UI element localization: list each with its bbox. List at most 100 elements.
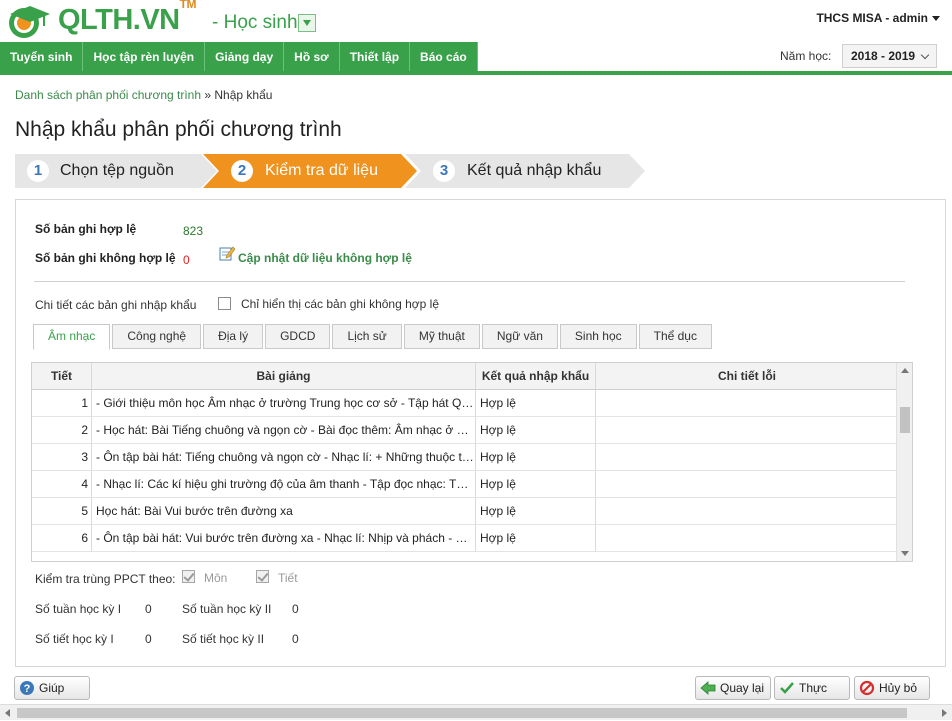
column-header-chi-tiet-loi[interactable]: Chi tiết lỗi xyxy=(596,363,898,389)
weeks-hk1-value: 0 xyxy=(145,602,152,616)
year-label: Năm học: xyxy=(780,49,832,63)
cancel-button[interactable]: Hủy bỏ xyxy=(854,676,930,700)
detail-label: Chi tiết các bản ghi nhập khẩu xyxy=(35,298,197,312)
cell-bai-giang: - Nhạc lí: Các kí hiệu ghi trường độ của… xyxy=(92,471,476,497)
tab-am-nhac[interactable]: Âm nhạc xyxy=(33,324,111,350)
vertical-scrollbar[interactable] xyxy=(896,363,912,561)
table-row[interactable]: 4- Nhạc lí: Các kí hiệu ghi trường độ củ… xyxy=(32,471,898,498)
scroll-right-icon[interactable] xyxy=(942,709,947,717)
wizard-steps: 1 Chọn tệp nguồn 2 Kiểm tra dữ liệu 3 Kế… xyxy=(15,154,945,188)
tab-gdcd[interactable]: GDCD xyxy=(265,324,331,349)
step-3: 3 Kết quả nhập khẩu xyxy=(405,154,645,188)
tab-sinh-hoc[interactable]: Sinh học xyxy=(559,324,637,349)
nav-underline xyxy=(0,71,952,75)
year-value: 2018 - 2019 xyxy=(851,49,916,63)
scroll-up-icon[interactable] xyxy=(901,368,909,373)
scroll-thumb-horizontal[interactable] xyxy=(17,708,907,718)
nav-item-ho-so[interactable]: Hồ sơ xyxy=(284,42,340,72)
table-row[interactable]: 2- Học hát: Bài Tiếng chuông và ngọn cờ … xyxy=(32,417,898,444)
dup-mon-checkbox xyxy=(182,570,195,583)
column-header-tiet[interactable]: Tiết xyxy=(32,363,92,389)
top-bar: QLTH.VNTM - Học sinh THCS MISA - admin xyxy=(0,0,952,42)
table-row[interactable]: 6- Ôn tập bài hát: Vui bước trên đường x… xyxy=(32,525,898,552)
weeks-hk2-label: Số tuần học kỳ II xyxy=(182,602,272,616)
column-header-ket-qua[interactable]: Kết quả nhập khẩu xyxy=(476,363,596,389)
back-button-label: Quay lại xyxy=(720,681,765,695)
scroll-thumb[interactable] xyxy=(900,407,910,433)
subject-tabs: Âm nhạc Công nghệ Địa lý GDCD Lịch sử Mỹ… xyxy=(33,324,714,350)
periods-hk1-value: 0 xyxy=(145,632,152,646)
breadcrumb: Danh sách phân phối chương trình » Nhập … xyxy=(15,88,272,102)
role-dropdown-button[interactable] xyxy=(298,14,316,32)
trademark: TM xyxy=(179,0,197,12)
cell-chi-tiet-loi xyxy=(596,498,898,524)
cell-bai-giang: - Ôn tập bài hát: Tiếng chuông và ngọn c… xyxy=(92,444,476,470)
breadcrumb-parent-link[interactable]: Danh sách phân phối chương trình xyxy=(15,88,201,102)
cell-bai-giang: - Học hát: Bài Tiếng chuông và ngọn cờ -… xyxy=(92,417,476,443)
role-label: - Học sinh xyxy=(212,12,298,33)
arrow-left-icon xyxy=(700,681,716,695)
user-menu[interactable]: THCS MISA - admin xyxy=(816,11,940,25)
cell-tiet: 4 xyxy=(32,471,92,497)
step-3-label: Kết quả nhập khẩu xyxy=(467,162,602,179)
user-name: THCS MISA - admin xyxy=(816,11,928,25)
tab-cong-nghe[interactable]: Công nghệ xyxy=(112,324,202,349)
breadcrumb-separator: » xyxy=(201,88,215,102)
invalid-count-label: Số bản ghi không hợp lệ xyxy=(35,251,176,265)
dup-tiet-checkbox xyxy=(256,570,269,583)
page-title: Nhập khẩu phân phối chương trình xyxy=(15,118,342,141)
cell-tiet: 5 xyxy=(32,498,92,524)
nav-item-tuyen-sinh[interactable]: Tuyển sinh xyxy=(0,42,84,72)
brand-text: QLTH.VN xyxy=(58,4,180,36)
cell-bai-giang: - Ôn tập bài hát: Vui bước trên đường xa… xyxy=(92,525,476,551)
divider xyxy=(34,281,905,282)
execute-button[interactable]: Thực hiện xyxy=(774,676,850,717)
cell-chi-tiet-loi xyxy=(596,417,898,443)
nav-item-giang-day[interactable]: Giảng dạy xyxy=(205,42,285,72)
periods-hk2-value: 0 xyxy=(292,632,299,646)
back-button[interactable]: Quay lại xyxy=(695,676,771,700)
table-row[interactable]: 5 Học hát: Bài Vui bước trên đường xa Hợp … xyxy=(32,498,898,525)
tab-dia-ly[interactable]: Địa lý xyxy=(203,324,264,349)
tab-ngu-van[interactable]: Ngữ văn xyxy=(481,324,558,349)
step-1-label: Chọn tệp nguồn xyxy=(60,162,174,179)
valid-count-label: Số bản ghi hợp lệ xyxy=(35,222,137,236)
periods-hk1-label: Số tiết học kỳ I xyxy=(35,632,114,646)
step-2: 2 Kiểm tra dữ liệu xyxy=(203,154,417,188)
chevron-down-icon xyxy=(932,16,940,22)
scroll-left-icon[interactable] xyxy=(5,709,10,717)
logo-icon xyxy=(9,6,50,38)
horizontal-scrollbar[interactable] xyxy=(0,704,952,720)
nav-item-hoc-tap[interactable]: Học tập rèn luyện xyxy=(83,42,206,72)
cell-bai-giang: Học hát: Bài Vui bước trên đường xa xyxy=(92,498,476,524)
cell-tiet: 2 xyxy=(32,417,92,443)
tab-my-thuat[interactable]: Mỹ thuật xyxy=(403,324,480,349)
nav-item-bao-cao[interactable]: Báo cáo xyxy=(410,42,478,72)
tab-the-duc[interactable]: Thể dục xyxy=(638,324,712,349)
weeks-hk2-value: 0 xyxy=(292,602,299,616)
table-row[interactable]: 1- Giới thiệu môn học Âm nhạc ở trường T… xyxy=(32,390,898,417)
invalid-count-value: 0 xyxy=(183,253,190,267)
help-button[interactable]: ? Giúp xyxy=(14,676,90,700)
step-1: 1 Chọn tệp nguồn xyxy=(15,154,217,188)
tab-lich-su[interactable]: Lịch sử xyxy=(332,324,402,349)
step-2-number: 2 xyxy=(231,160,253,182)
svg-text:?: ? xyxy=(24,683,31,695)
grid-header: Tiết Bài giảng Kết quả nhập khẩu Chi tiế… xyxy=(32,363,898,390)
table-row[interactable]: 3- Ôn tập bài hát: Tiếng chuông và ngọn … xyxy=(32,444,898,471)
help-icon: ? xyxy=(20,681,34,695)
column-header-bai-giang[interactable]: Bài giảng xyxy=(92,363,476,389)
valid-count-value: 823 xyxy=(183,224,204,238)
update-invalid-link[interactable]: Cập nhật dữ liệu không hợp lệ xyxy=(238,251,412,265)
cell-ket-qua: Hợp lệ xyxy=(476,525,596,551)
dup-check-label: Kiểm tra trùng PPCT theo: xyxy=(35,572,176,586)
cell-chi-tiet-loi xyxy=(596,444,898,470)
cell-ket-qua: Hợp lệ xyxy=(476,390,596,416)
only-invalid-checkbox[interactable] xyxy=(218,297,231,310)
nav-item-thiet-lap[interactable]: Thiết lập xyxy=(339,42,411,72)
cell-ket-qua: Hợp lệ xyxy=(476,444,596,470)
cell-ket-qua: Hợp lệ xyxy=(476,471,596,497)
cell-tiet: 6 xyxy=(32,525,92,551)
scroll-down-icon[interactable] xyxy=(901,551,909,556)
year-select[interactable]: 2018 - 2019 xyxy=(842,44,937,68)
